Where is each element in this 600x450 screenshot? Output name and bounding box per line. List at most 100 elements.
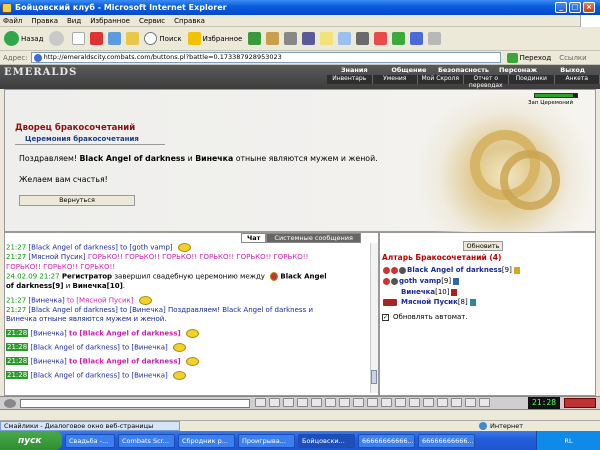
- history-icon[interactable]: [248, 32, 262, 45]
- spouse-name: Винечка: [195, 154, 234, 163]
- nav-skills[interactable]: Умения: [373, 75, 418, 84]
- chat-scroll-thumb[interactable]: [371, 370, 377, 384]
- minimize-button[interactable]: _: [555, 2, 567, 13]
- tab-system-messages[interactable]: Системные сообщения: [266, 233, 361, 243]
- red-icon[interactable]: [374, 32, 388, 45]
- menu-favorites[interactable]: Избранное: [90, 17, 130, 25]
- player-row[interactable]: Винечка [10]: [401, 288, 458, 296]
- nav-exit[interactable]: Выход: [545, 66, 600, 75]
- nav-inventory[interactable]: Инвентарь: [327, 75, 373, 84]
- home-icon[interactable]: [126, 32, 140, 45]
- tab-chat[interactable]: Чат: [241, 233, 267, 243]
- nav-knowledge[interactable]: Знания: [327, 66, 382, 75]
- taskbar-notification[interactable]: Смайлики - Диалоговое окно веб-страницы: [0, 421, 180, 431]
- language-indicator[interactable]: RL: [564, 437, 572, 445]
- spouse-name: Black Angel of darkness: [79, 154, 186, 163]
- edit-icon[interactable]: [302, 32, 316, 45]
- menu-view[interactable]: Вид: [67, 17, 81, 25]
- task-item[interactable]: 66666666666...: [418, 433, 475, 448]
- auto-update-checkbox[interactable]: ✓: [382, 313, 389, 321]
- globe-icon: [479, 422, 487, 430]
- auto-update-toggle[interactable]: ✓ Обновлять автомат.: [382, 313, 468, 321]
- speaker-icon[interactable]: [4, 399, 16, 408]
- channels-icon[interactable]: [395, 398, 406, 407]
- menu-edit[interactable]: Правка: [31, 17, 58, 25]
- help-icon[interactable]: [451, 398, 462, 407]
- favorites-button[interactable]: Избранное: [187, 32, 242, 45]
- chat-input[interactable]: [20, 399, 250, 408]
- chat-message-cont: Винечка отныне являются мужем и женой.: [6, 315, 167, 323]
- game-nav-bottom: Инвентарь Умения Мой Скроля Отчет о пере…: [327, 75, 600, 89]
- chat-message: 21:28 [Винечка] to [Black Angel of darkn…: [6, 356, 371, 367]
- close-button[interactable]: ×: [583, 2, 595, 13]
- ceremony-link[interactable]: Зап Церемоний: [528, 100, 584, 114]
- links-label[interactable]: Ссылки: [559, 54, 587, 62]
- nav-communication[interactable]: Общение: [382, 66, 437, 75]
- sound-icon[interactable]: [339, 398, 350, 407]
- menu-file[interactable]: Файл: [3, 17, 22, 25]
- chat-tabs: Чат Системные сообщения: [241, 233, 361, 243]
- browser-toolbar: Назад Поиск Избранное: [0, 27, 600, 51]
- smiles-icon[interactable]: [283, 398, 294, 407]
- go-button[interactable]: Переход: [506, 52, 551, 63]
- system-message: 24.02.09 21:27 Регистратор завершил свад…: [6, 272, 327, 281]
- scroll-icon[interactable]: [381, 398, 392, 407]
- task-item[interactable]: Сбродник р...: [178, 433, 235, 448]
- task-item[interactable]: Combats Scr...: [118, 433, 175, 448]
- send-icon[interactable]: [255, 398, 266, 407]
- nav-scroll[interactable]: Мой Скроля: [418, 75, 464, 84]
- stop-icon[interactable]: [90, 32, 104, 45]
- filter-icon[interactable]: [297, 398, 308, 407]
- task-item[interactable]: Проигрыва...: [238, 433, 295, 448]
- more-icon[interactable]: [479, 398, 490, 407]
- grid-icon[interactable]: [356, 32, 370, 45]
- print-icon[interactable]: [284, 32, 298, 45]
- url-field[interactable]: http://emeraldscity.combats.com/buttons.…: [30, 52, 501, 63]
- clear-icon[interactable]: [269, 398, 280, 407]
- smiley-icon: [185, 328, 199, 338]
- menu-help[interactable]: Справка: [174, 17, 205, 25]
- refresh-icon[interactable]: [108, 32, 122, 45]
- ban-icon[interactable]: [423, 398, 434, 407]
- nav-duels[interactable]: Поединки: [509, 75, 555, 84]
- clover-icon[interactable]: [392, 32, 406, 45]
- notes-icon[interactable]: [409, 398, 420, 407]
- search-button[interactable]: Поиск: [144, 32, 182, 45]
- start-button[interactable]: пуск: [0, 431, 62, 450]
- settings-icon[interactable]: [367, 398, 378, 407]
- nav-profile[interactable]: Анкета: [555, 75, 600, 84]
- window-titlebar: Бойцовский клуб - Microsoft Internet Exp…: [0, 0, 600, 15]
- info-icon[interactable]: [453, 277, 460, 285]
- player-row[interactable]: Мясной Пусик [8]: [383, 298, 476, 306]
- info-icon[interactable]: [469, 298, 476, 306]
- menu-tools[interactable]: Сервис: [139, 17, 165, 25]
- info-icon[interactable]: [513, 266, 520, 274]
- page-icon[interactable]: [72, 32, 86, 45]
- back-button[interactable]: Назад: [4, 31, 43, 46]
- mail-icon[interactable]: [266, 32, 280, 45]
- nav-character[interactable]: Персонаж: [491, 66, 546, 75]
- maximize-button[interactable]: □: [569, 2, 581, 13]
- nav-transfers[interactable]: Отчет о переводах: [464, 75, 509, 89]
- nav-security[interactable]: Безопасность: [436, 66, 491, 75]
- exit-icon[interactable]: [465, 398, 476, 407]
- address-label: Адрес:: [3, 53, 28, 62]
- messenger-icon[interactable]: [410, 32, 424, 45]
- back-button-game[interactable]: Вернуться: [19, 195, 135, 206]
- task-item[interactable]: 66666666666...: [358, 433, 415, 448]
- private-icon[interactable]: [325, 398, 336, 407]
- translit-icon[interactable]: [311, 398, 322, 407]
- info-icon[interactable]: [451, 288, 458, 296]
- color-icon[interactable]: [353, 398, 364, 407]
- tool-icon[interactable]: [428, 32, 442, 45]
- task-item[interactable]: Свадьба -...: [65, 433, 115, 448]
- folder-icon[interactable]: [320, 32, 334, 45]
- refresh-button[interactable]: Обновить: [463, 241, 503, 251]
- player-row[interactable]: goth vamp [9]: [383, 277, 460, 285]
- forward-button[interactable]: [49, 31, 65, 46]
- window-icon[interactable]: [338, 32, 352, 45]
- log-icon[interactable]: [437, 398, 448, 407]
- player-row[interactable]: Black Angel of darkness [9]: [383, 266, 520, 274]
- address-bar: Адрес: http://emeraldscity.combats.com/b…: [0, 51, 600, 65]
- task-item[interactable]: Бойцовски...: [298, 433, 355, 448]
